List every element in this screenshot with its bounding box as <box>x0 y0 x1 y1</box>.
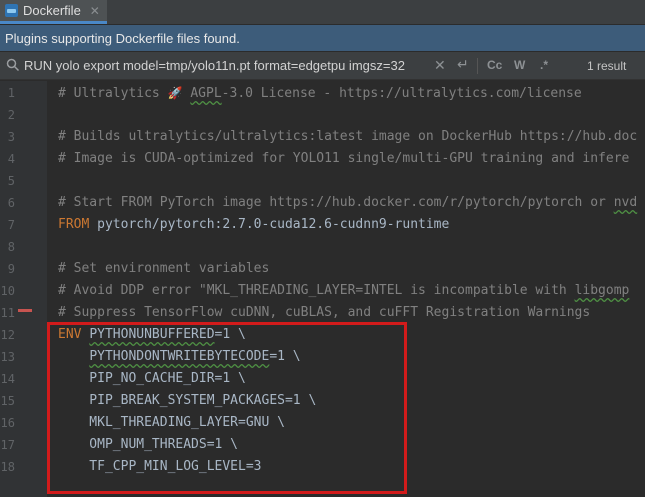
code-token: # Ultralytics <box>58 86 168 101</box>
change-marker <box>18 309 32 312</box>
line-number: 1 <box>7 86 15 100</box>
divider <box>477 58 478 74</box>
banner-text: Plugins supporting Dockerfile files foun… <box>5 30 240 46</box>
docker-file-icon <box>5 4 18 17</box>
line-number: 17 <box>0 438 15 452</box>
code-token: # Builds ultralytics/ultralytics:latest … <box>58 129 638 144</box>
line-number: 4 <box>7 152 15 166</box>
search-input[interactable]: RUN yolo export model=tmp/yolo11n.pt for… <box>24 58 405 73</box>
code-editor[interactable]: 1 # Ultralytics 🚀 AGPL-3.0 License - http… <box>0 81 645 497</box>
line-number: 16 <box>0 416 15 430</box>
code-line[interactable]: 9 # Set environment variables <box>0 258 645 280</box>
line-code: FROM pytorch/pytorch:2.7.0-cuda12.6-cudn… <box>58 214 449 236</box>
code-line[interactable]: 2 <box>0 104 645 126</box>
line-number: 10 <box>0 284 15 298</box>
line-number: 9 <box>7 262 15 276</box>
line-number: 7 <box>7 218 15 232</box>
code-token: # Suppress TensorFlow cuDNN, cuBLAS, and… <box>58 305 591 320</box>
line-number: 2 <box>7 108 15 122</box>
code-line[interactable]: 4 # Image is CUDA-optimized for YOLO11 si… <box>0 148 645 170</box>
line-number: 5 <box>7 174 15 188</box>
line-number: 8 <box>7 240 15 254</box>
code-line[interactable]: 1 # Ultralytics 🚀 AGPL-3.0 License - http… <box>0 82 645 104</box>
highlight-box <box>47 322 407 494</box>
search-bar: RUN yolo export model=tmp/yolo11n.pt for… <box>0 52 645 80</box>
rocket-icon: 🚀 <box>167 86 183 100</box>
tab-dockerfile[interactable]: Dockerfile ✕ <box>0 0 107 24</box>
whole-words-toggle[interactable]: W <box>514 58 525 72</box>
plugin-notification-banner: Plugins supporting Dockerfile files foun… <box>0 25 645 51</box>
tab-title: Dockerfile <box>23 3 81 18</box>
code-line[interactable]: 5 <box>0 170 645 192</box>
code-token: nvd <box>613 195 638 210</box>
line-number: 12 <box>0 328 15 342</box>
line-code: # Start FROM PyTorch image https://hub.d… <box>58 192 637 214</box>
code-line[interactable]: 8 <box>0 236 645 258</box>
code-line[interactable]: 3 # Builds ultralytics/ultralytics:latest… <box>0 126 645 148</box>
code-token: # Start FROM PyTorch image https://hub.d… <box>58 195 614 210</box>
code-token: # Set environment variables <box>58 261 270 276</box>
search-icon[interactable] <box>6 58 20 72</box>
clear-search-icon[interactable]: ✕ <box>434 57 446 74</box>
code-token: # Avoid DDP error "MKL_THREADING_LAYER=I… <box>58 283 575 298</box>
code-line[interactable]: 7 FROM pytorch/pytorch:2.7.0-cuda12.6-cud… <box>0 214 645 236</box>
line-code: # Suppress TensorFlow cuDNN, cuBLAS, and… <box>58 302 590 324</box>
new-line-icon[interactable]: ↵ <box>457 56 469 73</box>
line-number: 14 <box>0 372 15 386</box>
code-line[interactable]: 6 # Start FROM PyTorch image https://hub.… <box>0 192 645 214</box>
line-number: 18 <box>0 460 15 474</box>
code-token: AGPL <box>190 86 222 101</box>
regex-toggle[interactable]: .* <box>540 58 548 72</box>
code-token: FROM <box>58 217 90 232</box>
match-case-toggle[interactable]: Cc <box>487 58 502 72</box>
line-code: # Set environment variables <box>58 258 269 280</box>
line-number: 11 <box>0 306 15 320</box>
line-code: # Avoid DDP error "MKL_THREADING_LAYER=I… <box>58 280 629 302</box>
line-number: 6 <box>7 196 15 210</box>
search-result-count: 1 result <box>587 59 627 73</box>
line-number: 15 <box>0 394 15 408</box>
close-icon[interactable]: ✕ <box>90 4 100 18</box>
code-line[interactable]: 10 # Avoid DDP error "MKL_THREADING_LAYER… <box>0 280 645 302</box>
code-token: # Image is CUDA-optimized for YOLO11 sin… <box>58 151 630 166</box>
line-number: 13 <box>0 350 15 364</box>
code-token: pytorch/pytorch:2.7.0-cuda12.6-cudnn9-ru… <box>89 217 450 232</box>
code-line[interactable]: 11 # Suppress TensorFlow cuDNN, cuBLAS, a… <box>0 302 645 324</box>
line-code: # Ultralytics 🚀 AGPL-3.0 License - https… <box>58 82 582 105</box>
line-number: 3 <box>7 130 15 144</box>
line-code: # Builds ultralytics/ultralytics:latest … <box>58 126 637 148</box>
tab-bar: Dockerfile ✕ <box>0 0 645 24</box>
line-code: # Image is CUDA-optimized for YOLO11 sin… <box>58 148 629 170</box>
code-token: libgomp <box>574 283 630 298</box>
code-token: -3.0 License - https://ultralytics.com/l… <box>221 86 582 101</box>
